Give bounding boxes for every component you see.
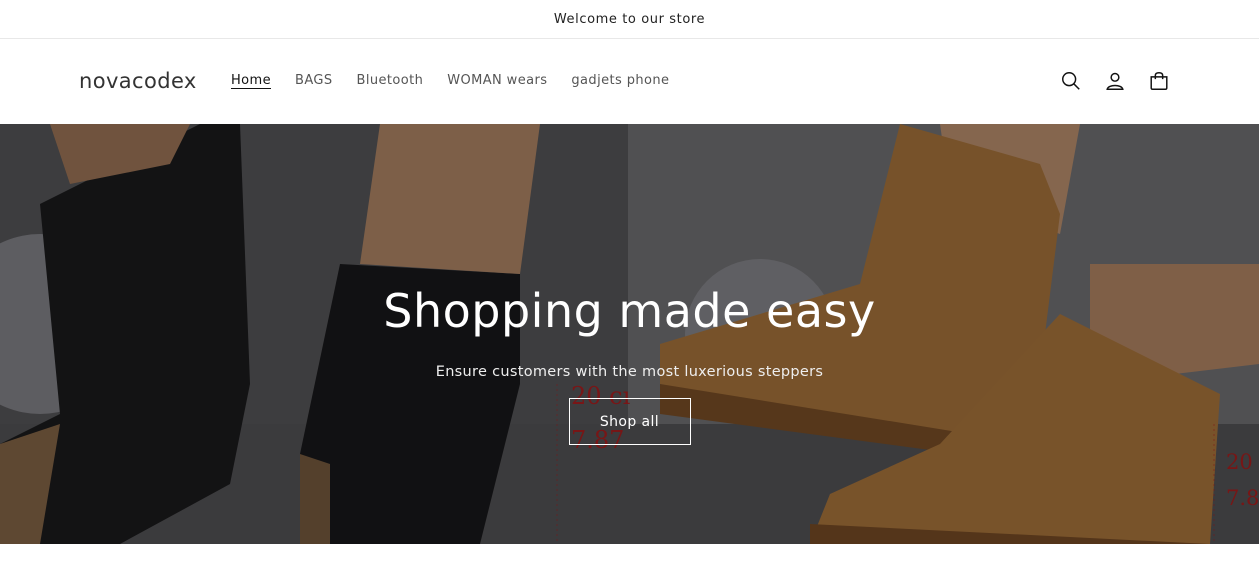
account-icon[interactable]: [1103, 69, 1127, 93]
hero-banner: 20 cı 7.87 20 c 7.87 Shopping made easy …: [0, 124, 1259, 544]
search-icon[interactable]: [1059, 69, 1083, 93]
nav-link-bags[interactable]: BAGS: [295, 73, 333, 88]
nav-link-gadjets-phone[interactable]: gadjets phone: [571, 73, 669, 88]
cart-icon[interactable]: [1147, 69, 1171, 93]
nav-link-bluetooth[interactable]: Bluetooth: [357, 73, 424, 88]
nav-link-woman-wears[interactable]: WOMAN wears: [447, 73, 547, 88]
nav-link-home[interactable]: Home: [231, 73, 271, 88]
main-nav: Home BAGS Bluetooth WOMAN wears gadjets …: [231, 73, 693, 88]
site-header: novacodex Home BAGS Bluetooth WOMAN wear…: [0, 39, 1259, 124]
shop-all-button[interactable]: Shop all: [568, 398, 691, 445]
header-icons: [1059, 69, 1171, 93]
hero-content: Shopping made easy Ensure customers with…: [0, 124, 1259, 544]
announcement-bar: Welcome to our store: [0, 0, 1259, 39]
hero-subtitle: Ensure customers with the most luxerious…: [435, 364, 824, 380]
announcement-text: Welcome to our store: [553, 11, 706, 27]
hero-title: Shopping made easy: [383, 284, 876, 338]
store-logo[interactable]: novacodex: [79, 69, 197, 93]
